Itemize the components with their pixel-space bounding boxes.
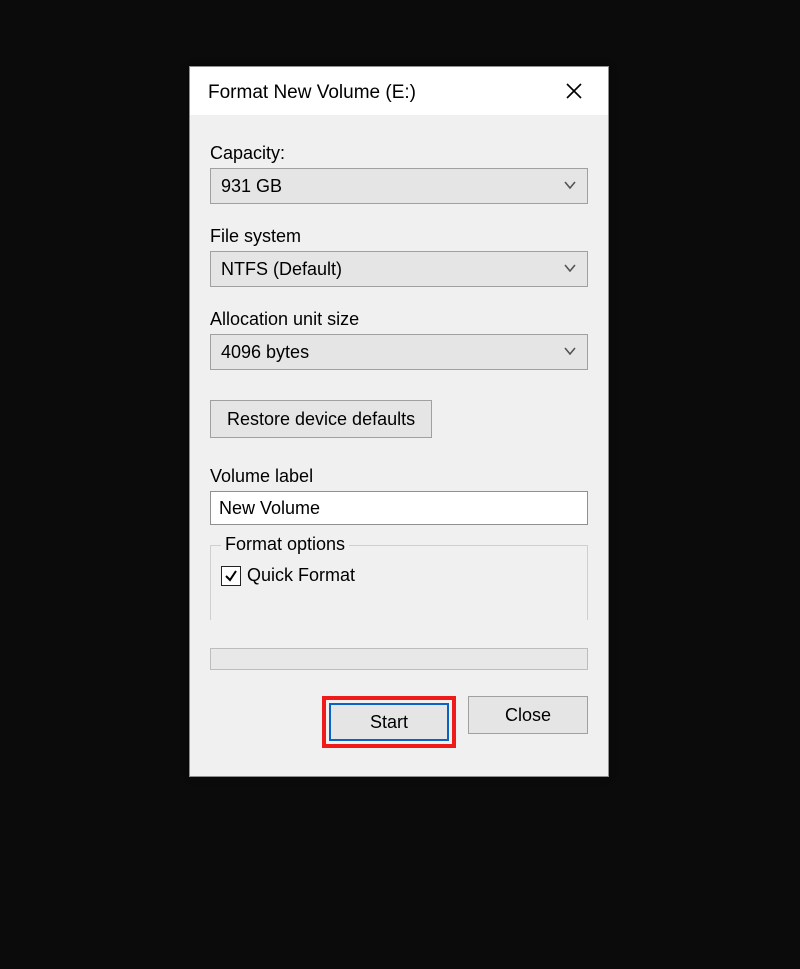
volume-label-caption: Volume label: [210, 466, 588, 487]
start-button[interactable]: Start: [329, 703, 449, 741]
format-options-group: Format options Quick Format: [210, 545, 588, 620]
filesystem-select[interactable]: NTFS (Default): [210, 251, 588, 287]
capacity-label: Capacity:: [210, 143, 588, 164]
quick-format-label: Quick Format: [247, 565, 355, 586]
format-options-legend: Format options: [221, 534, 349, 555]
dialog-title: Format New Volume (E:): [208, 82, 416, 104]
chevron-down-icon: [563, 259, 577, 280]
checkbox-box: [221, 566, 241, 586]
restore-defaults-label: Restore device defaults: [227, 409, 415, 430]
filesystem-label: File system: [210, 226, 588, 247]
chevron-down-icon: [563, 342, 577, 363]
allocation-label: Allocation unit size: [210, 309, 588, 330]
restore-defaults-button[interactable]: Restore device defaults: [210, 400, 432, 438]
chevron-down-icon: [563, 176, 577, 197]
progress-bar: [210, 648, 588, 670]
dialog-footer: Start Close: [210, 696, 588, 752]
format-dialog: Format New Volume (E:) Capacity: 931 GB …: [189, 66, 609, 777]
allocation-value: 4096 bytes: [221, 342, 309, 363]
titlebar: Format New Volume (E:): [190, 67, 608, 115]
close-icon: [566, 83, 582, 104]
volume-label-input[interactable]: [210, 491, 588, 525]
capacity-select[interactable]: 931 GB: [210, 168, 588, 204]
quick-format-checkbox[interactable]: Quick Format: [221, 565, 577, 586]
close-button-label: Close: [505, 705, 551, 725]
capacity-value: 931 GB: [221, 176, 282, 197]
start-button-label: Start: [370, 712, 408, 732]
filesystem-value: NTFS (Default): [221, 259, 342, 280]
allocation-select[interactable]: 4096 bytes: [210, 334, 588, 370]
close-button[interactable]: [554, 77, 594, 109]
dialog-body: Capacity: 931 GB File system NTFS (Defau…: [190, 115, 608, 776]
start-button-highlight: Start: [322, 696, 456, 748]
close-dialog-button[interactable]: Close: [468, 696, 588, 734]
